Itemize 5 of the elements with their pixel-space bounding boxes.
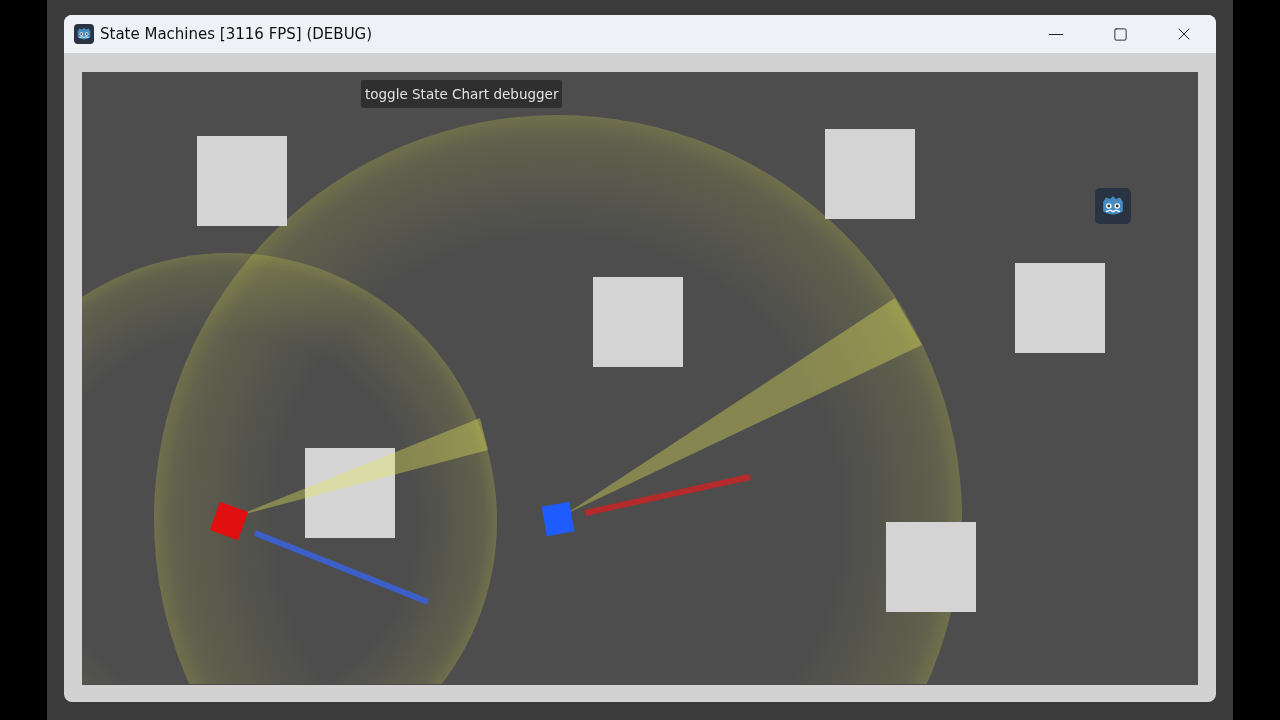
window-title: State Machines [3116 FPS] (DEBUG) [100,25,374,43]
minimize-icon [1049,33,1063,35]
robot [541,501,575,537]
toggle-debugger-button[interactable]: toggle State Chart debugger [361,80,563,108]
maximize-icon [1112,26,1128,42]
